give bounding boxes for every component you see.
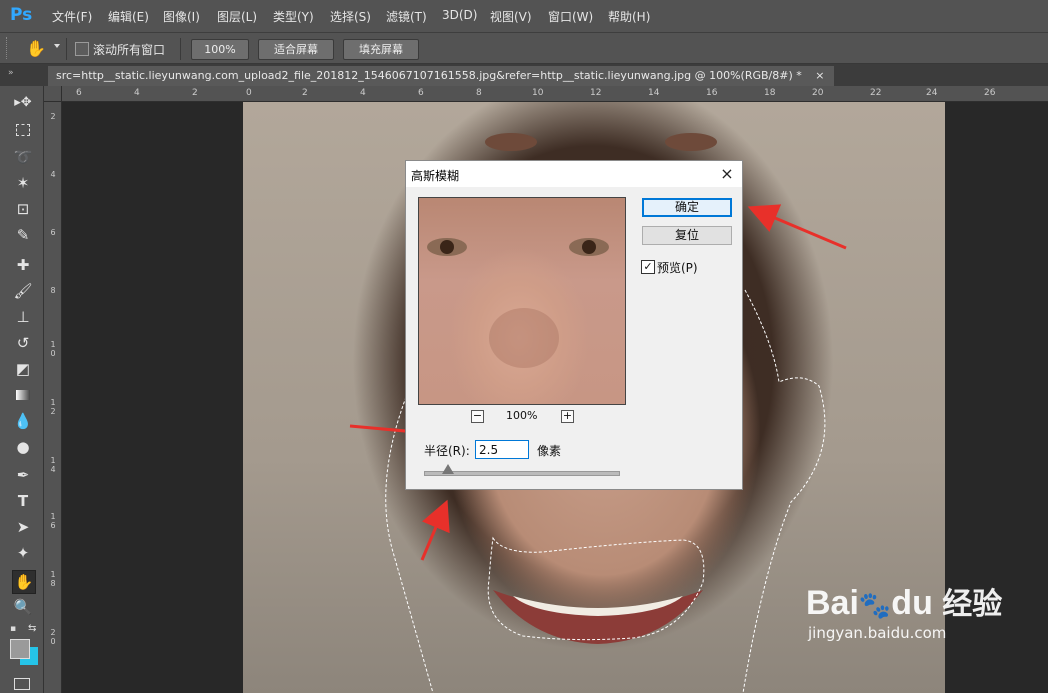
watermark-cn: 经验: [942, 588, 1003, 621]
baidu-jingyan-watermark: Bai🐾du 经验 jingyan.baidu.com: [806, 584, 1002, 642]
paw-icon: 🐾: [858, 590, 892, 620]
preview-pupil: [440, 240, 454, 254]
watermark-brand-du: du: [891, 584, 933, 622]
preview-pupil: [582, 240, 596, 254]
radius-label: 半径(R):: [424, 444, 470, 458]
dialog-title: 高斯模糊: [411, 169, 460, 183]
watermark-url: jingyan.baidu.com: [808, 624, 947, 642]
radius-slider-thumb[interactable]: [441, 464, 454, 474]
preview-eye-right: [569, 238, 609, 256]
gaussian-blur-dialog: 高斯模糊 × − 100% + 确定 复位 ✓ 预览(P) 半径(R): 2.5…: [405, 160, 743, 490]
close-icon[interactable]: ×: [716, 163, 738, 185]
zoom-in-button[interactable]: +: [561, 410, 574, 423]
dialog-titlebar[interactable]: 高斯模糊 ×: [406, 161, 742, 187]
preview-zoom-label: 100%: [506, 409, 538, 422]
preview-nose: [489, 308, 559, 368]
blur-preview[interactable]: [418, 197, 626, 405]
arrow-to-slider: [420, 499, 450, 561]
arrow-to-ok: [747, 204, 847, 250]
zoom-out-button[interactable]: −: [471, 410, 484, 423]
ok-button[interactable]: 确定: [642, 198, 732, 217]
preview-checkbox-label: 预览(P): [657, 261, 698, 275]
radius-input[interactable]: 2.5: [475, 440, 529, 459]
radius-unit-label: 像素: [537, 444, 562, 458]
reset-button[interactable]: 复位: [642, 226, 732, 245]
watermark-brand: Bai: [806, 584, 859, 622]
preview-checkbox[interactable]: ✓: [641, 260, 655, 274]
preview-eye-left: [427, 238, 467, 256]
